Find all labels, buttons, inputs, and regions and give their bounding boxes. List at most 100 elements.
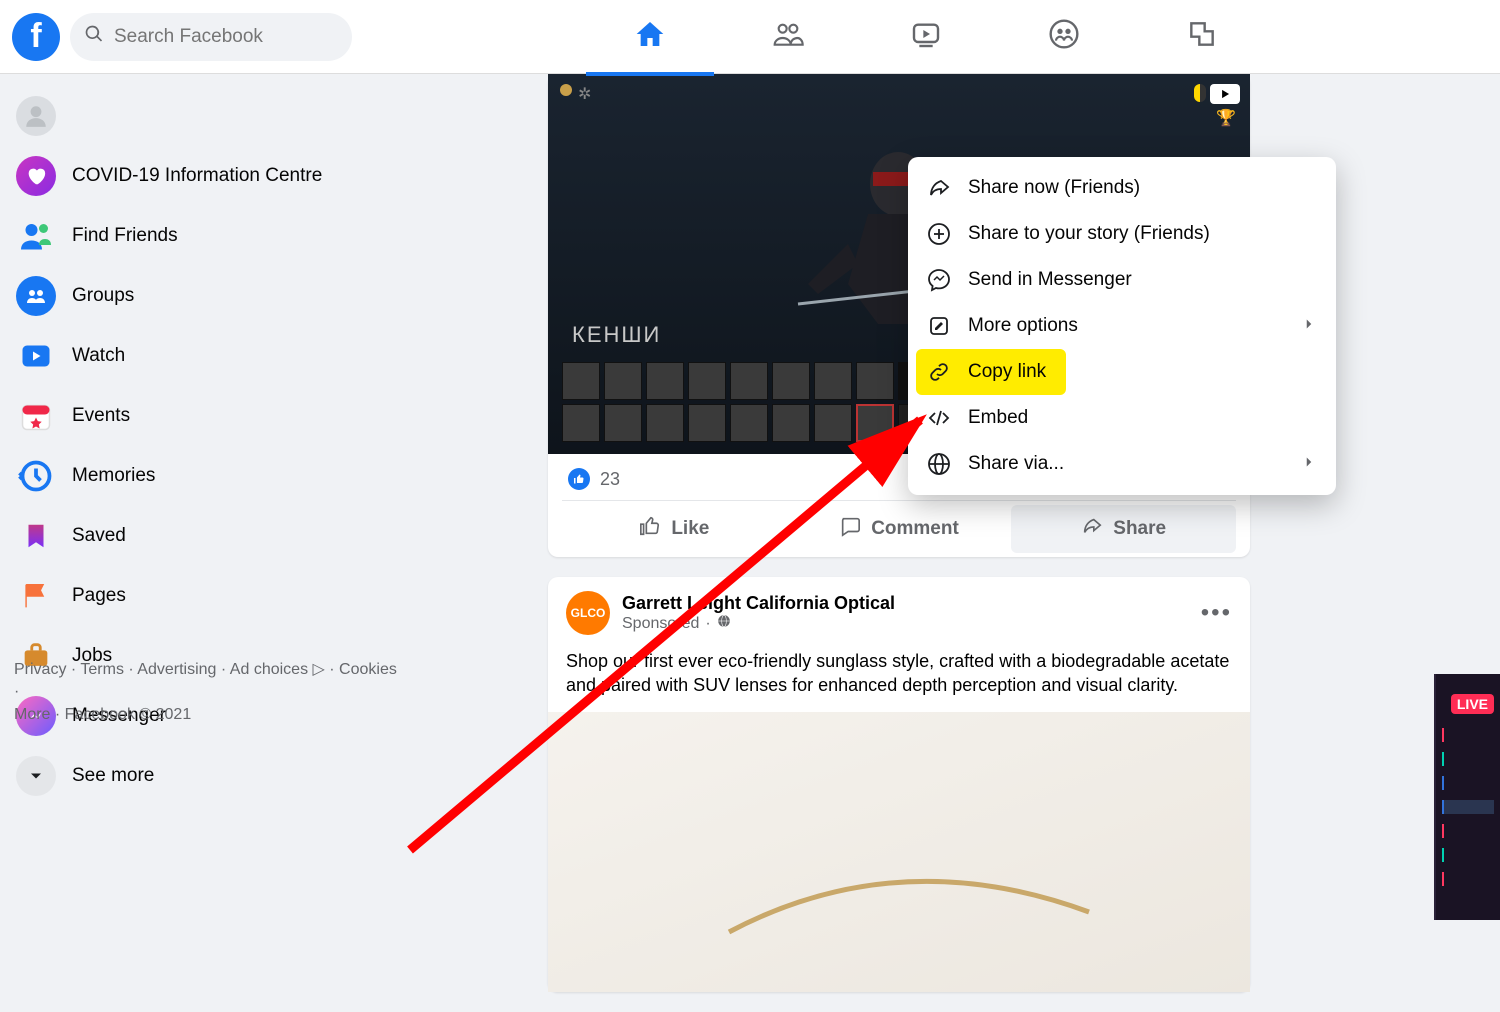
- friends-icon: [772, 18, 804, 55]
- share-now-label: Share now (Friends): [968, 177, 1140, 199]
- leftnav-pages[interactable]: Pages: [8, 566, 392, 626]
- share-button[interactable]: Share: [1011, 505, 1236, 553]
- heart-icon: [16, 156, 56, 196]
- sponsored-media[interactable]: [548, 712, 1250, 992]
- home-icon: [634, 18, 666, 55]
- leftnav-memories[interactable]: Memories: [8, 446, 392, 506]
- like-button[interactable]: Like: [562, 505, 787, 553]
- share-story-label: Share to your story (Friends): [968, 223, 1210, 245]
- sunglasses-image: [548, 712, 1250, 992]
- pip-row: [1442, 848, 1494, 862]
- gear-icon: ✲: [578, 84, 591, 104]
- copy-link[interactable]: Copy link: [916, 349, 1066, 395]
- like-badge-icon: [568, 468, 590, 490]
- post-actions: Like Comment Share: [562, 500, 1236, 557]
- nav-friends[interactable]: [724, 2, 852, 72]
- leftnav-watch[interactable]: Watch: [8, 326, 392, 386]
- trophy-icon: 🏆: [1216, 108, 1236, 128]
- post-header: GLCO Garrett Leight California Optical S…: [548, 577, 1250, 649]
- left-nav: COVID-19 Information Centre Find Friends…: [0, 74, 400, 818]
- watch-icon: [910, 18, 942, 55]
- footer-link[interactable]: Terms: [80, 661, 124, 678]
- media-badge-icon: [560, 84, 572, 96]
- link-icon: [926, 359, 952, 385]
- sponsored-label: Sponsored: [622, 615, 699, 633]
- play-badge-icon: [1210, 84, 1240, 104]
- leftnav-groups[interactable]: Groups: [8, 266, 392, 326]
- facebook-logo[interactable]: f: [12, 13, 60, 61]
- leftnav-item-label: See more: [72, 765, 154, 787]
- leftnav-profile[interactable]: [8, 86, 392, 146]
- edit-icon: [926, 313, 952, 339]
- footer-link[interactable]: Privacy: [14, 661, 66, 678]
- more-options-label: More options: [968, 315, 1078, 337]
- footer-link[interactable]: Ad choices: [230, 661, 308, 678]
- chevron-right-icon: [1300, 453, 1318, 476]
- leftnav-item-label: Groups: [72, 285, 134, 307]
- share-via-label: Share via...: [968, 453, 1064, 475]
- leftnav-see-more[interactable]: See more: [8, 746, 392, 806]
- events-icon: [16, 396, 56, 436]
- footer-link[interactable]: Cookies: [339, 661, 397, 678]
- share-now[interactable]: Share now (Friends): [916, 165, 1328, 211]
- comment-icon: [839, 515, 861, 543]
- embed-icon: [926, 405, 952, 431]
- pip-video[interactable]: LIVE: [1434, 674, 1500, 920]
- leftnav-item-label: Pages: [72, 585, 126, 607]
- top-nav: [352, 2, 1500, 72]
- comment-button[interactable]: Comment: [787, 505, 1012, 553]
- post-menu-button[interactable]: •••: [1201, 599, 1232, 627]
- footer-link[interactable]: More: [14, 706, 50, 723]
- post-card: ✲ 🏆 КЕНШИ ? P2: [548, 74, 1250, 557]
- comment-label: Comment: [871, 518, 959, 540]
- share-to-story[interactable]: Share to your story (Friends): [916, 211, 1328, 257]
- groups-circle-icon: [1048, 18, 1080, 55]
- embed[interactable]: Embed: [916, 395, 1328, 441]
- sponsor-avatar[interactable]: GLCO: [566, 591, 610, 635]
- share-menu: Share now (Friends) Share to your story …: [908, 157, 1336, 495]
- thumb-icon: [639, 515, 661, 543]
- nav-groups[interactable]: [1000, 2, 1128, 72]
- sponsored-post-card: GLCO Garrett Leight California Optical S…: [548, 577, 1250, 992]
- footer-link[interactable]: Advertising: [137, 661, 216, 678]
- more-options[interactable]: More options: [916, 303, 1328, 349]
- chevron-right-icon: [1300, 315, 1318, 338]
- leftnav-saved[interactable]: Saved: [8, 506, 392, 566]
- watch-nav-icon: [16, 336, 56, 376]
- pip-row: [1442, 872, 1494, 886]
- send-in-messenger[interactable]: Send in Messenger: [916, 257, 1328, 303]
- share-arrow-icon: [926, 175, 952, 201]
- top-bar: f: [0, 0, 1500, 74]
- plus-circle-icon: [926, 221, 952, 247]
- leftnav-item-label: Saved: [72, 525, 126, 547]
- nav-gaming[interactable]: [1138, 2, 1266, 72]
- share-label: Share: [1113, 518, 1166, 540]
- globe-icon: [926, 451, 952, 477]
- public-icon: [717, 614, 731, 633]
- copy-link-label: Copy link: [968, 361, 1046, 383]
- like-label: Like: [671, 518, 709, 540]
- leftnav-item-label: Memories: [72, 465, 155, 487]
- leftnav-find-friends[interactable]: Find Friends: [8, 206, 392, 266]
- leftnav-item-label: Watch: [72, 345, 125, 367]
- adchoices-icon: ▷: [313, 661, 325, 678]
- chevron-down-icon: [16, 756, 56, 796]
- pip-row: [1442, 776, 1494, 790]
- media-caption: КЕНШИ: [572, 322, 661, 348]
- gaming-icon: [1186, 18, 1218, 55]
- nav-home[interactable]: [586, 2, 714, 72]
- nav-watch[interactable]: [862, 2, 990, 72]
- groups-icon: [16, 276, 56, 316]
- like-count[interactable]: 23: [600, 469, 620, 490]
- memories-icon: [16, 456, 56, 496]
- search-box[interactable]: [70, 13, 352, 61]
- share-via[interactable]: Share via...: [916, 441, 1328, 487]
- sponsor-name[interactable]: Garrett Leight California Optical: [622, 593, 895, 614]
- search-input[interactable]: [114, 26, 314, 48]
- leftnav-item-label: Find Friends: [72, 225, 178, 247]
- pages-icon: [16, 576, 56, 616]
- leftnav-covid[interactable]: COVID-19 Information Centre: [8, 146, 392, 206]
- saved-icon: [16, 516, 56, 556]
- send-messenger-label: Send in Messenger: [968, 269, 1132, 291]
- leftnav-events[interactable]: Events: [8, 386, 392, 446]
